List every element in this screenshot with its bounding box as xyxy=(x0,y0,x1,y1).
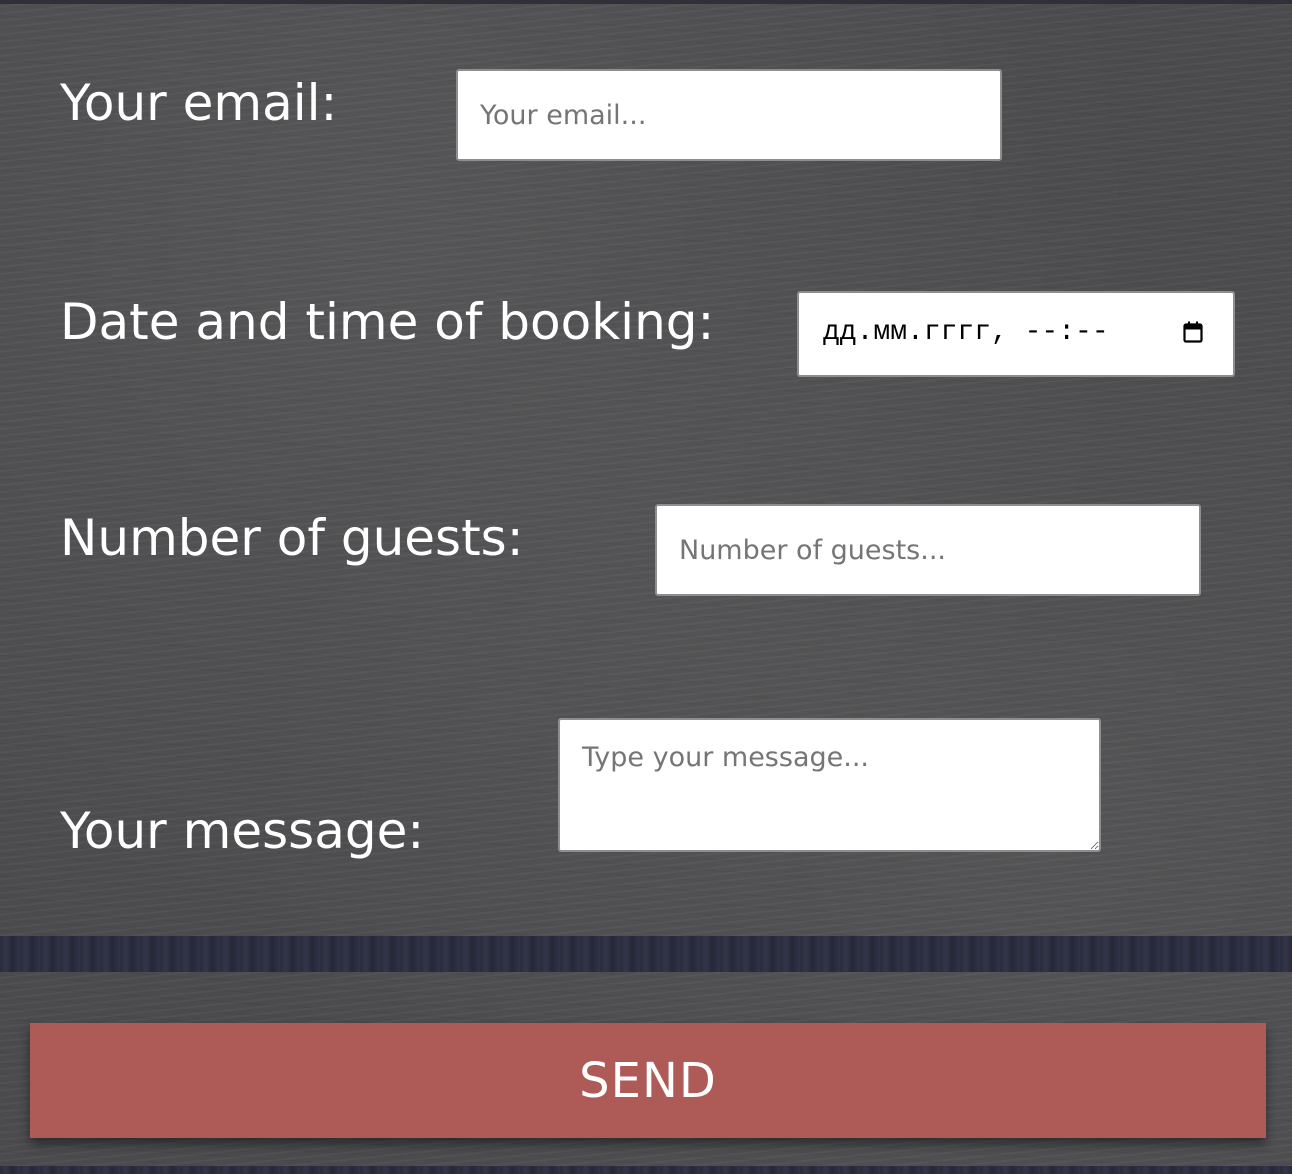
guests-field[interactable] xyxy=(655,504,1201,596)
datetime-field[interactable]: дд.мм.гггг, --:-- xyxy=(797,291,1235,377)
bottom-divider xyxy=(0,1166,1292,1174)
email-field[interactable] xyxy=(456,69,1002,161)
top-border xyxy=(0,0,1292,4)
datetime-value: дд.мм.гггг, --:-- xyxy=(823,317,1109,348)
section-divider xyxy=(0,936,1292,972)
message-textarea[interactable] xyxy=(558,718,1101,852)
guests-label: Number of guests: xyxy=(60,509,524,567)
send-button[interactable]: SEND xyxy=(30,1023,1266,1138)
datetime-label: Date and time of booking: xyxy=(60,293,715,351)
calendar-icon[interactable] xyxy=(1183,321,1203,343)
message-label: Your message: xyxy=(60,802,425,860)
email-label: Your email: xyxy=(60,74,338,132)
